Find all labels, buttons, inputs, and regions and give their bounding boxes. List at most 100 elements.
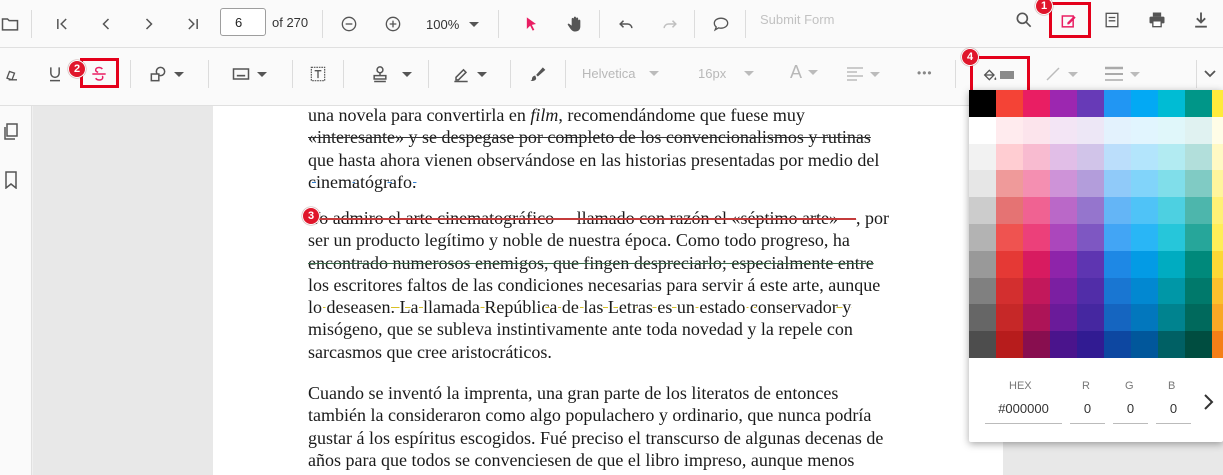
free-text-icon[interactable] xyxy=(302,58,334,90)
color-swatch[interactable] xyxy=(969,250,996,278)
color-swatch[interactable] xyxy=(1158,304,1185,332)
color-swatch[interactable] xyxy=(1131,250,1158,278)
open-file-icon[interactable] xyxy=(0,8,26,40)
color-swatch[interactable] xyxy=(969,197,996,224)
color-swatch[interactable] xyxy=(1050,304,1077,332)
color-swatch[interactable] xyxy=(1131,90,1158,117)
color-swatch[interactable] xyxy=(996,304,1023,332)
color-swatch[interactable] xyxy=(1077,277,1104,305)
stroke-color-dropdown[interactable] xyxy=(1044,64,1078,84)
last-page-icon[interactable] xyxy=(177,8,209,40)
color-swatch[interactable] xyxy=(1023,143,1050,171)
color-swatch[interactable] xyxy=(1185,250,1212,278)
red-strikethrough-text[interactable]: Yo admiro el arte cinematográfico —llama… xyxy=(308,208,856,228)
strikethrough-text-line[interactable]: «interesante» y se despegase por complet… xyxy=(308,126,879,148)
color-swatch[interactable] xyxy=(1050,250,1077,278)
color-swatch[interactable] xyxy=(1077,170,1104,198)
color-swatch[interactable] xyxy=(1050,170,1077,198)
color-swatch[interactable] xyxy=(1050,116,1077,144)
hex-input[interactable]: #000000 xyxy=(985,400,1062,424)
color-swatch[interactable] xyxy=(1104,331,1131,358)
color-swatch[interactable] xyxy=(1023,170,1050,198)
color-swatch[interactable] xyxy=(1077,250,1104,278)
color-swatch[interactable] xyxy=(1131,197,1158,224)
color-swatch[interactable] xyxy=(1131,143,1158,171)
color-swatch[interactable] xyxy=(1104,250,1131,278)
font-size-dropdown[interactable]: 16px xyxy=(698,66,755,81)
color-swatch[interactable] xyxy=(969,143,996,171)
color-swatch[interactable] xyxy=(1212,331,1223,358)
color-swatch[interactable] xyxy=(1104,223,1131,251)
color-swatch[interactable] xyxy=(1185,143,1212,171)
signature-dropdown[interactable] xyxy=(451,62,487,86)
color-swatch[interactable] xyxy=(996,223,1023,251)
color-swatch[interactable] xyxy=(1212,277,1223,305)
chevron-right-icon[interactable] xyxy=(1201,393,1215,417)
zoom-out-icon[interactable] xyxy=(333,8,365,40)
color-swatch[interactable] xyxy=(1185,277,1212,305)
color-swatch[interactable] xyxy=(996,143,1023,171)
line-thickness-dropdown[interactable] xyxy=(1104,64,1140,84)
color-swatch[interactable] xyxy=(1023,304,1050,332)
print-icon[interactable] xyxy=(1141,4,1173,36)
color-swatch[interactable] xyxy=(1104,197,1131,224)
color-swatch[interactable] xyxy=(1077,116,1104,144)
color-swatch[interactable] xyxy=(1131,331,1158,358)
blue-input[interactable]: 0 xyxy=(1156,400,1191,424)
highlight-pen-icon[interactable] xyxy=(0,58,28,90)
color-swatch[interactable] xyxy=(1158,331,1185,358)
color-swatch[interactable] xyxy=(1077,90,1104,117)
submit-form-button[interactable]: Submit Form xyxy=(760,12,834,27)
shapes-dropdown[interactable] xyxy=(148,62,184,86)
yellow-underlined-text-line[interactable]: lo deseasen. La llamada República de las… xyxy=(308,297,851,317)
previous-page-icon[interactable] xyxy=(90,8,122,40)
next-page-icon[interactable] xyxy=(133,8,165,40)
color-swatch[interactable] xyxy=(1212,250,1223,278)
pan-hand-icon[interactable] xyxy=(559,8,591,40)
selection-cursor-icon[interactable] xyxy=(515,8,547,40)
bookmark-icon[interactable] xyxy=(2,170,20,190)
color-swatch[interactable] xyxy=(1023,277,1050,305)
color-swatch[interactable] xyxy=(969,277,996,305)
color-swatch[interactable] xyxy=(1212,304,1223,332)
download-icon[interactable] xyxy=(1185,4,1217,36)
color-swatch[interactable] xyxy=(1158,90,1185,117)
color-swatch[interactable] xyxy=(1212,170,1223,198)
more-options-icon[interactable]: ••• xyxy=(917,66,933,80)
green-strikethrough-text-line[interactable]: encontrado numerosos enemigos, que finge… xyxy=(308,252,889,274)
color-swatch[interactable] xyxy=(1077,143,1104,171)
color-swatch[interactable] xyxy=(996,331,1023,358)
comment-icon[interactable] xyxy=(705,8,737,40)
color-swatch[interactable] xyxy=(1023,90,1050,117)
color-swatch[interactable] xyxy=(1077,304,1104,332)
color-swatch[interactable] xyxy=(1023,223,1050,251)
color-swatch[interactable] xyxy=(1104,143,1131,171)
color-swatch[interactable] xyxy=(1050,277,1077,305)
color-swatch[interactable] xyxy=(1212,197,1223,224)
color-swatch[interactable] xyxy=(969,170,996,198)
color-swatch[interactable] xyxy=(1023,116,1050,144)
color-swatch[interactable] xyxy=(996,170,1023,198)
page-number-input[interactable]: 6 xyxy=(220,8,266,36)
color-swatch[interactable] xyxy=(1185,304,1212,332)
font-family-dropdown[interactable]: Helvetica xyxy=(582,66,660,81)
zoom-dropdown[interactable]: 100% xyxy=(426,10,480,38)
color-swatch[interactable] xyxy=(969,331,996,358)
color-swatch[interactable] xyxy=(996,90,1023,117)
color-swatch[interactable] xyxy=(1077,331,1104,358)
green-input[interactable]: 0 xyxy=(1113,400,1148,424)
color-swatch[interactable] xyxy=(1104,277,1131,305)
color-swatch[interactable] xyxy=(996,197,1023,224)
color-swatch[interactable] xyxy=(1050,331,1077,358)
color-swatch[interactable] xyxy=(996,277,1023,305)
color-swatch[interactable] xyxy=(1158,143,1185,171)
text-align-dropdown[interactable] xyxy=(846,64,880,84)
color-swatch[interactable] xyxy=(1050,90,1077,117)
color-swatch[interactable] xyxy=(1023,197,1050,224)
ink-brush-icon[interactable] xyxy=(521,58,553,90)
color-swatch[interactable] xyxy=(1050,143,1077,171)
color-swatch[interactable] xyxy=(1131,170,1158,198)
color-swatch[interactable] xyxy=(996,250,1023,278)
color-swatch[interactable] xyxy=(1023,331,1050,358)
color-swatch[interactable] xyxy=(1158,223,1185,251)
